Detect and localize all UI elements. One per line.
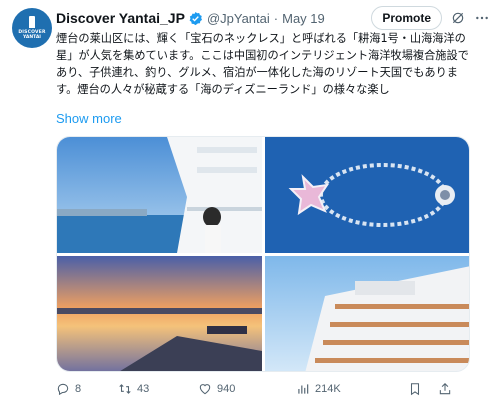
reply-count: 8 [75, 383, 82, 395]
show-more-link[interactable]: Show more [56, 111, 122, 126]
more-icon[interactable] [474, 10, 490, 26]
photo-aerial-necklace[interactable] [265, 137, 469, 253]
tweet-text: 煙台の莱山区には、輝く「宝石のネックレス」と呼ばれる「耕海1号・山海海洋の星」が… [56, 32, 469, 96]
views-chart-icon [298, 384, 309, 394]
photo-cruise-deck[interactable] [57, 137, 262, 253]
photo-sunset-pier[interactable] [57, 256, 262, 371]
media-grid [56, 136, 470, 372]
bookmark-icon [410, 383, 420, 396]
like-button[interactable]: 940 [198, 382, 296, 396]
reply-icon [57, 383, 69, 396]
views-button[interactable]: 214K [296, 382, 408, 396]
grok-icon[interactable] [450, 10, 466, 26]
bookmark-button[interactable] [408, 382, 438, 396]
promote-button[interactable]: Promote [371, 6, 442, 30]
display-name[interactable]: Discover Yantai_JP [56, 10, 185, 26]
like-count: 940 [217, 383, 236, 395]
share-button[interactable] [438, 382, 458, 396]
photo-white-cruise-ship[interactable] [265, 256, 469, 371]
verified-badge-icon[interactable] [188, 11, 203, 26]
repost-icon [119, 384, 131, 394]
tweet-actions: 8 43 940 214K [56, 380, 486, 398]
tweet-header: Discover Yantai_JP @JpYantai · May 19 Pr… [56, 6, 490, 30]
tweet-date[interactable]: May 19 [282, 11, 325, 26]
view-count: 214K [315, 383, 341, 395]
avatar-text-line2: YANTAI [23, 35, 41, 40]
repost-button[interactable]: 43 [118, 382, 198, 396]
share-icon [439, 383, 451, 395]
repost-count: 43 [137, 383, 150, 395]
separator-dot: · [273, 10, 279, 26]
lighthouse-icon [29, 16, 35, 28]
avatar[interactable]: DISCOVER YANTAI [12, 8, 52, 48]
heart-icon [199, 384, 211, 395]
reply-button[interactable]: 8 [56, 382, 118, 396]
handle[interactable]: @JpYantai [207, 11, 270, 26]
